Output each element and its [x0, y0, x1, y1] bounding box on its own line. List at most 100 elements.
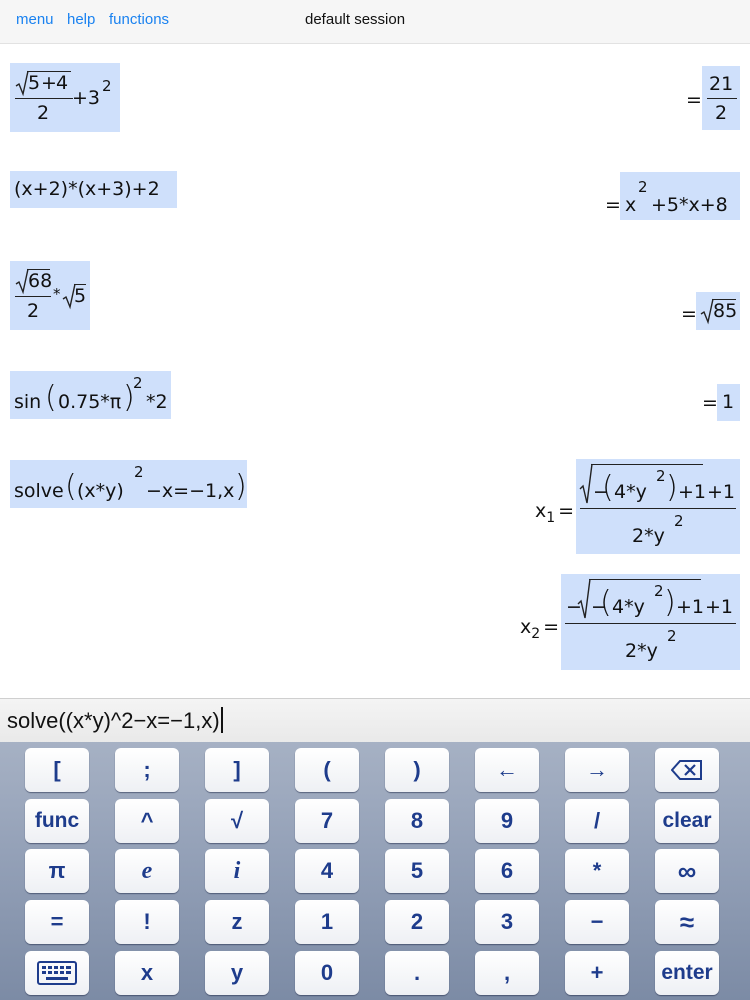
- backspace-key[interactable]: [655, 748, 719, 792]
- exponent: 2: [134, 463, 144, 481]
- key-clear[interactable]: clear: [655, 799, 719, 843]
- backspace-icon: [671, 760, 702, 780]
- key-8[interactable]: 8: [385, 799, 449, 843]
- fraction-bar: [15, 98, 73, 100]
- key-plus[interactable]: +: [565, 951, 629, 995]
- key-caret[interactable]: ^: [115, 799, 179, 843]
- key-6[interactable]: 6: [475, 849, 539, 893]
- history-result-4[interactable]: 1: [717, 384, 740, 421]
- key-5[interactable]: 5: [385, 849, 449, 893]
- equals-sign: =: [702, 392, 718, 414]
- key-semicolon[interactable]: ;: [115, 748, 179, 792]
- expression-input-value: solve((x*y)^2−x=−1,x): [7, 708, 220, 733]
- tail: −x=−1,x: [146, 480, 235, 502]
- key-left-arrow[interactable]: ←: [475, 748, 539, 792]
- key-infinity[interactable]: ∞: [655, 849, 719, 893]
- key-comma[interactable]: ,: [475, 951, 539, 995]
- den-exp: 2: [667, 627, 677, 645]
- key-approx[interactable]: ≈: [655, 900, 719, 944]
- history-input-1[interactable]: 5 + 4 2 +3 2: [10, 63, 120, 132]
- denominator: 2: [37, 102, 50, 124]
- key-close-bracket[interactable]: ]: [205, 748, 269, 792]
- key-0[interactable]: 0: [295, 951, 359, 995]
- history-input-4[interactable]: sin ( 0.75*π ) 2 *2: [10, 371, 171, 419]
- exponent: 2: [102, 77, 112, 95]
- history-result-2[interactable]: x 2 +5*x+8: [620, 172, 740, 220]
- history-input-3[interactable]: 68 2 * 5: [10, 261, 90, 330]
- tail: +3: [72, 87, 101, 109]
- num-b: 4: [56, 72, 69, 94]
- key-dot[interactable]: .: [385, 951, 449, 995]
- key-open-paren[interactable]: (: [295, 748, 359, 792]
- sqrt-icon: [579, 463, 593, 504]
- history-result-5-x2[interactable]: − − ( 4*y 2 ) +1 +1 2*y 2: [561, 574, 740, 670]
- radical-bar: [589, 579, 701, 581]
- open-paren: (: [602, 470, 614, 505]
- rad-inner: 4*y: [614, 481, 647, 503]
- key-equals[interactable]: =: [25, 900, 89, 944]
- keyboard-icon: [37, 961, 77, 985]
- key-factorial[interactable]: !: [115, 900, 179, 944]
- denominator: 2: [27, 300, 40, 322]
- denominator: 2*y: [632, 525, 665, 547]
- sqrt-icon: [15, 70, 29, 97]
- rad-inner: 4*y: [612, 596, 645, 618]
- equals-sign: =: [681, 303, 697, 325]
- radicand: 68: [28, 270, 53, 292]
- help-link[interactable]: help: [67, 11, 95, 28]
- result-value: 1: [722, 391, 735, 413]
- result-base: x: [625, 194, 637, 216]
- key-minus[interactable]: −: [565, 900, 629, 944]
- math-keyboard: [;] () ← → func ^ √ 7 8 9 / clear π e i 4 5 6 * ∞ =! z 1 2 3− ≈ x y…: [0, 742, 750, 1000]
- key-y[interactable]: y: [205, 951, 269, 995]
- rad-tail: +1: [678, 481, 707, 503]
- fraction-bar: [565, 623, 736, 625]
- key-open-bracket[interactable]: [: [25, 748, 89, 792]
- key-close-paren[interactable]: ): [385, 748, 449, 792]
- history-input-2[interactable]: (x+2)*(x+3)+2: [10, 171, 177, 208]
- history-result-3[interactable]: 85: [696, 292, 740, 330]
- function-name: solve: [14, 480, 64, 502]
- key-3[interactable]: 3: [475, 900, 539, 944]
- key-func[interactable]: func: [25, 799, 89, 843]
- key-divide[interactable]: /: [565, 799, 629, 843]
- menu-link[interactable]: menu: [16, 11, 54, 28]
- hide-keyboard-key[interactable]: [25, 951, 89, 995]
- radicand-2: 5: [74, 285, 87, 307]
- key-i[interactable]: i: [205, 849, 269, 893]
- argument: 0.75*π: [58, 391, 122, 413]
- result-exponent: 2: [638, 178, 648, 196]
- solution-var: x2 =: [520, 616, 560, 642]
- key-enter[interactable]: enter: [655, 951, 719, 995]
- fraction-bar: [707, 98, 737, 100]
- exponent: 2: [133, 374, 143, 392]
- text-caret: [220, 707, 223, 733]
- result-numerator: 21: [709, 73, 734, 95]
- key-e[interactable]: e: [115, 849, 179, 893]
- close-paren: ): [666, 470, 678, 505]
- expression-input-bar[interactable]: solve((x*y)^2−x=−1,x): [0, 698, 750, 743]
- den-exp: 2: [674, 512, 684, 530]
- key-right-arrow[interactable]: →: [565, 748, 629, 792]
- rad-exp: 2: [656, 467, 666, 485]
- key-9[interactable]: 9: [475, 799, 539, 843]
- history-input-5[interactable]: solve ( (x*y) 2 −x=−1,x ): [10, 460, 247, 508]
- key-4[interactable]: 4: [295, 849, 359, 893]
- expression-input[interactable]: solve((x*y)^2−x=−1,x): [7, 707, 223, 734]
- open-paren: (: [65, 469, 77, 504]
- fraction-bar: [15, 296, 51, 298]
- key-1[interactable]: 1: [295, 900, 359, 944]
- key-z[interactable]: z: [205, 900, 269, 944]
- key-sqrt[interactable]: √: [205, 799, 269, 843]
- key-2[interactable]: 2: [385, 900, 449, 944]
- functions-link[interactable]: functions: [109, 11, 169, 28]
- history-result-1[interactable]: 21 2: [702, 66, 740, 130]
- key-multiply[interactable]: *: [565, 849, 629, 893]
- key-pi[interactable]: π: [25, 849, 89, 893]
- history-result-5-x1[interactable]: − ( 4*y 2 ) +1 +1 2*y 2: [576, 459, 740, 554]
- key-x[interactable]: x: [115, 951, 179, 995]
- close-paren: ): [664, 585, 676, 620]
- key-7[interactable]: 7: [295, 799, 359, 843]
- sqrt-icon: [15, 268, 29, 295]
- solution-var: x1 =: [535, 500, 575, 526]
